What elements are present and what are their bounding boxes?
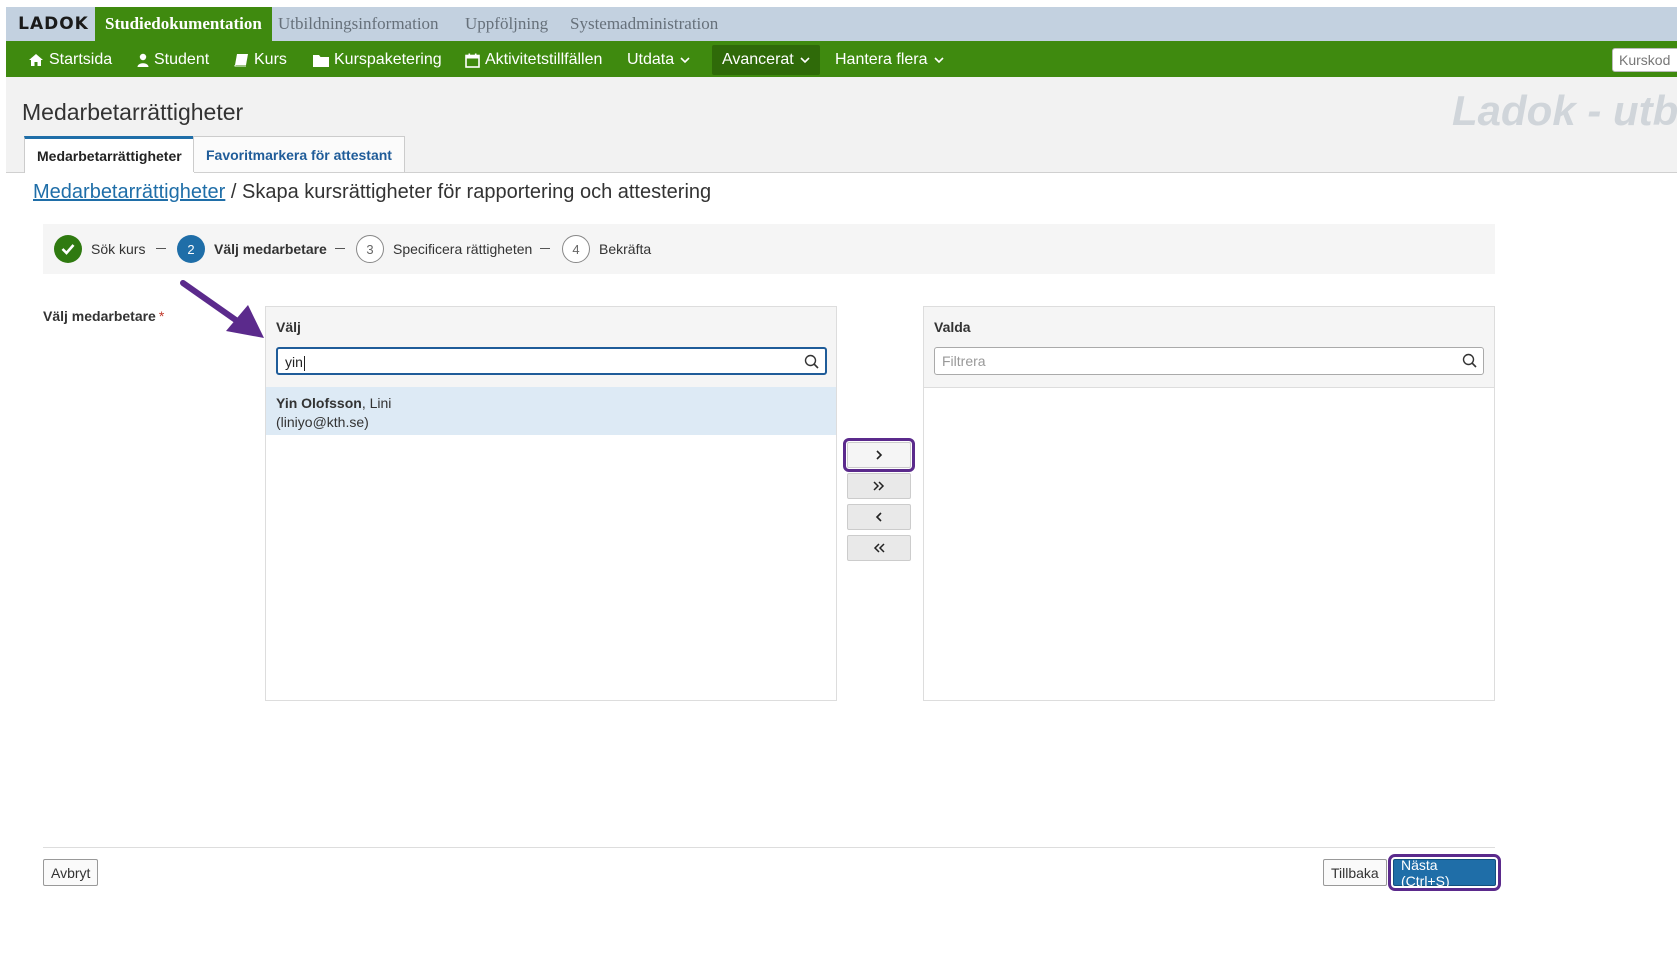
nav-hantera-flera-label: Hantera flera <box>835 51 928 68</box>
step-separator <box>335 248 345 249</box>
nav-student-label: Student <box>154 51 210 68</box>
step-separator <box>540 248 550 249</box>
user-icon <box>137 53 149 67</box>
chevron-down-icon <box>800 56 810 64</box>
chevron-down-icon <box>933 56 944 64</box>
result-name: Yin Olofsson, Lini <box>276 394 826 413</box>
step-3-number: 3 <box>356 235 384 263</box>
nav-aktivitetstillfallen-label: Aktivitetstillfällen <box>485 51 603 68</box>
selected-panel-header: Valda Filtrera <box>924 307 1494 388</box>
nav-startsida[interactable]: Startsida <box>28 45 112 75</box>
app-window: LADOK Studiedokumentation Utbildningsinf… <box>6 7 1677 962</box>
nav-startsida-label: Startsida <box>49 51 113 68</box>
cancel-button[interactable]: Avbryt <box>43 859 99 886</box>
ladok-logo: LADOK <box>18 14 89 34</box>
home-icon <box>28 53 44 67</box>
page-title: Medarbetarrättigheter <box>22 99 244 125</box>
step-2-label: Välj medarbetare <box>214 241 327 257</box>
nav-utdata[interactable]: Utdata <box>627 45 690 75</box>
nav-utdata-label: Utdata <box>627 51 675 68</box>
tab-favoritmarkera-attestant[interactable]: Favoritmarkera för attestant <box>193 136 405 172</box>
step-1-label: Sök kurs <box>91 241 146 257</box>
nav-kurspaketering[interactable]: Kurspaketering <box>313 45 442 75</box>
top-tab-systemadministration[interactable]: Systemadministration <box>570 7 718 41</box>
check-icon <box>54 235 82 263</box>
text-caret <box>303 355 305 371</box>
breadcrumb-separator: / <box>225 181 242 203</box>
step-1: Sök kurs <box>54 224 145 274</box>
breadcrumb-current: Skapa kursrättigheter för rapportering o… <box>242 181 712 203</box>
double-chevron-right-icon <box>873 481 885 491</box>
top-tab-utbildningsinformation[interactable]: Utbildningsinformation <box>278 7 439 41</box>
result-name-rest: , Lini <box>361 395 392 411</box>
page-header: Medarbetarrättigheter Ladok - utb Medarb… <box>6 77 1677 173</box>
employee-search-value: yin <box>285 354 303 370</box>
double-chevron-left-icon <box>873 543 885 553</box>
move-all-left-button[interactable] <box>847 535 911 561</box>
folder-icon <box>313 54 329 67</box>
breadcrumb: Medarbetarrättigheter / Skapa kursrättig… <box>33 181 711 204</box>
select-panel-header: Välj yin <box>266 307 836 388</box>
search-icon <box>804 354 819 372</box>
field-label-text: Välj medarbetare <box>43 308 156 324</box>
nav-kurs-label: Kurs <box>254 51 287 68</box>
nav-hantera-flera[interactable]: Hantera flera <box>835 45 944 75</box>
nav-avancerat-label: Avancerat <box>722 51 794 68</box>
back-button[interactable]: Tillbaka <box>1323 859 1387 886</box>
search-icon <box>1462 353 1477 371</box>
nav-aktivitetstillfallen[interactable]: Aktivitetstillfällen <box>465 45 602 75</box>
filter-placeholder: Filtrera <box>942 353 986 369</box>
selected-panel-title: Valda <box>934 319 971 335</box>
annotation-arrow-icon <box>178 279 268 346</box>
next-button[interactable]: Nästa (Ctrl+S) <box>1388 854 1501 891</box>
nav-student[interactable]: Student <box>137 45 209 75</box>
top-tab-studiedokumentation[interactable]: Studiedokumentation <box>95 7 272 41</box>
course-code-search-input[interactable]: Kurskod <box>1612 48 1677 72</box>
result-email: (liniyo@kth.se) <box>276 414 369 430</box>
step-4-label: Bekräfta <box>599 241 652 257</box>
select-panel-title: Välj <box>276 319 301 335</box>
wizard-stepper: Sök kurs 2 Välj medarbetare 3 Specificer… <box>43 224 1495 274</box>
footer-divider <box>43 847 1495 848</box>
step-4: 4 Bekräfta <box>562 224 651 274</box>
step-2: 2 Välj medarbetare <box>177 224 327 274</box>
main-nav: Startsida Student Kurs Kurspaketering Ak… <box>6 41 1677 77</box>
list-item[interactable]: Yin Olofsson, Lini (liniyo@kth.se) <box>266 387 836 435</box>
required-marker: * <box>158 308 165 324</box>
result-name-bold: Yin Olofsson <box>276 395 362 411</box>
step-separator <box>156 248 166 249</box>
book-icon <box>234 53 249 67</box>
nav-avancerat[interactable]: Avancerat <box>712 45 820 75</box>
move-selected-left-button[interactable] <box>847 504 911 530</box>
chevron-left-icon <box>875 512 882 522</box>
step-4-number: 4 <box>562 235 590 263</box>
tab-medarbetarrattigheter[interactable]: Medarbetarrättigheter <box>24 136 195 173</box>
chevron-down-icon <box>680 56 690 64</box>
top-tab-uppfoljning[interactable]: Uppföljning <box>465 7 548 41</box>
field-label: Välj medarbetare * <box>43 308 164 324</box>
step-3: 3 Specificera rättigheten <box>356 224 532 274</box>
selected-panel: Valda Filtrera <box>923 306 1495 701</box>
chevron-right-icon <box>876 450 883 460</box>
employee-search-input[interactable]: yin <box>276 347 827 375</box>
step-3-label: Specificera rättigheten <box>393 241 533 257</box>
move-selected-right-button[interactable] <box>843 438 915 472</box>
nav-kurspaketering-label: Kurspaketering <box>334 51 442 68</box>
step-2-number: 2 <box>177 235 205 263</box>
select-panel: Välj yin Yin Olofsson, Lini (liniyo@kth.… <box>265 306 837 701</box>
nav-kurs[interactable]: Kurs <box>234 45 287 75</box>
move-all-right-button[interactable] <box>847 473 911 499</box>
environment-watermark: Ladok - utb <box>1452 87 1677 134</box>
filter-input[interactable]: Filtrera <box>934 347 1484 375</box>
calendar-icon <box>465 53 480 68</box>
top-bar: LADOK Studiedokumentation Utbildningsinf… <box>6 7 1677 41</box>
breadcrumb-link[interactable]: Medarbetarrättigheter <box>33 181 225 203</box>
